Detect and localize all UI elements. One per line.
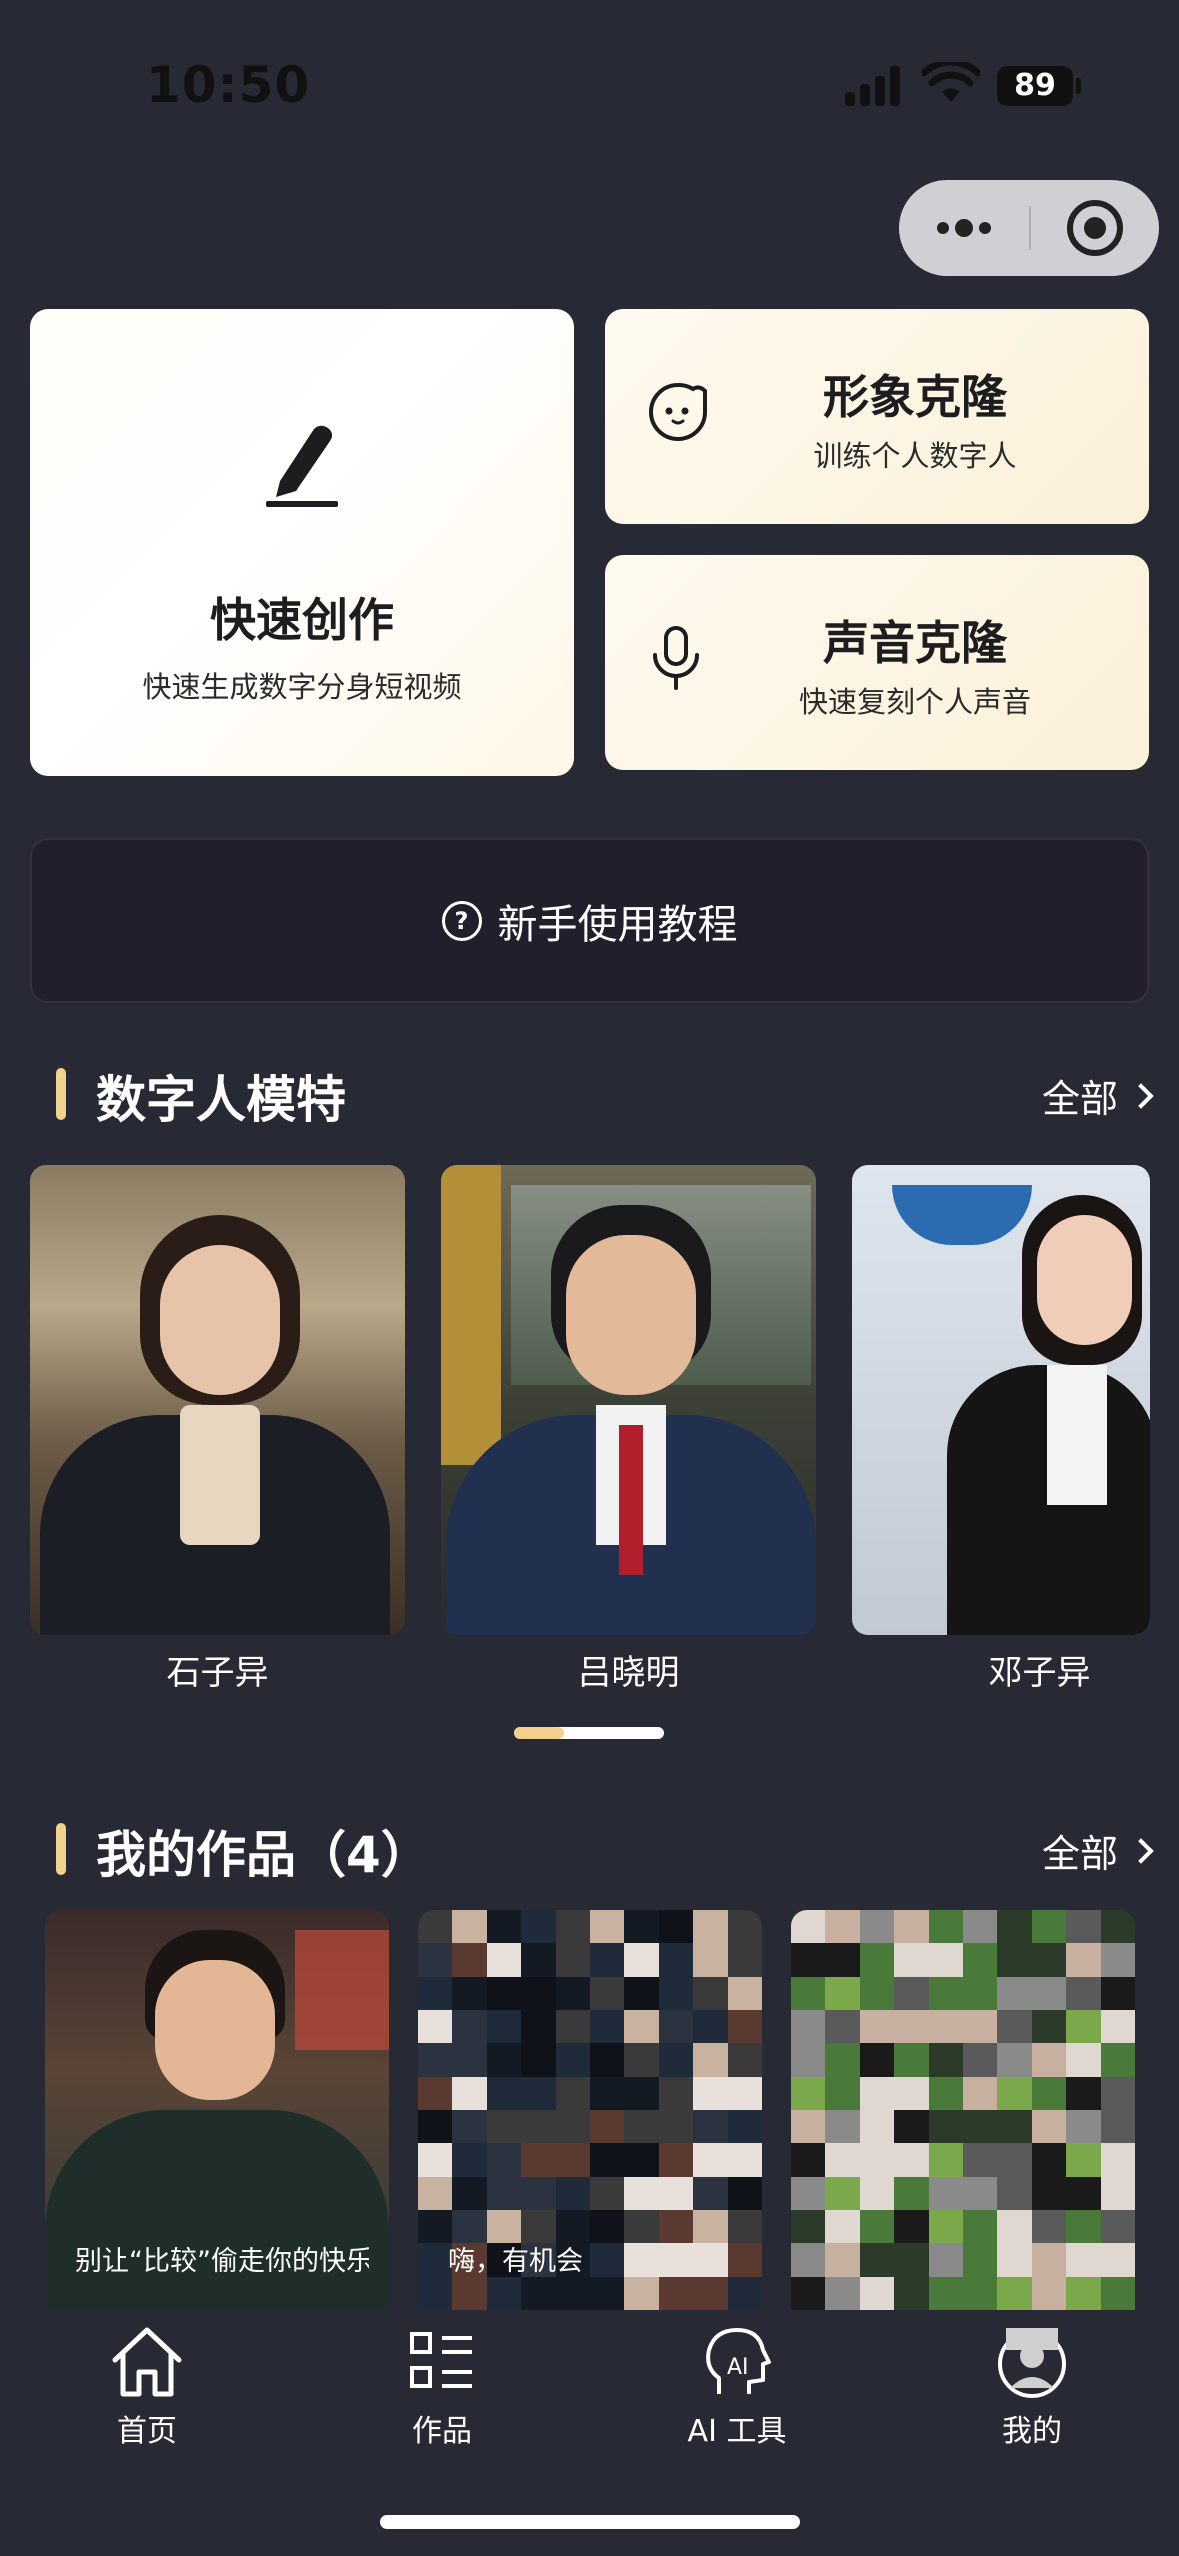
- wifi-icon: [922, 62, 980, 102]
- quick-create-title: 快速创作: [210, 593, 394, 647]
- pen-icon: [266, 425, 338, 507]
- image-clone-subtitle: 训练个人数字人: [813, 439, 1017, 473]
- work-card-2[interactable]: 嗨，有机会: [418, 1910, 762, 2310]
- svg-text:AI: AI: [727, 2355, 749, 2380]
- models-view-all-link[interactable]: 全部: [1041, 1068, 1154, 1123]
- works-view-all-link[interactable]: 全部: [1041, 1823, 1154, 1878]
- voice-clone-subtitle: 快速复刻个人声音: [798, 685, 1031, 719]
- model-name-1: 石子异: [166, 1653, 269, 1693]
- work-caption-1: 别让“比较”偷走你的快乐，每个人的节: [75, 2245, 369, 2277]
- section-accent-bar: [56, 1068, 66, 1120]
- status-bar: 10:50 89: [0, 0, 1179, 170]
- tab-label-home: 首页: [117, 2414, 177, 2449]
- miniprogram-capsule: [899, 180, 1159, 276]
- work-caption-2: 嗨，有机会: [448, 2245, 583, 2277]
- face-icon: [649, 383, 707, 441]
- models-section-title: 数字人模特: [96, 1071, 346, 1129]
- view-all-label: 全部: [1041, 1077, 1118, 1121]
- home-indicator: [380, 2515, 800, 2529]
- model-name-3: 邓子异: [988, 1653, 1091, 1693]
- question-icon: ?: [441, 900, 482, 941]
- section-accent-bar: [56, 1823, 66, 1875]
- work-card-1[interactable]: 别让“比较”偷走你的快乐，每个人的节: [45, 1910, 389, 2310]
- view-all-label: 全部: [1041, 1832, 1118, 1876]
- models-section-header: 数字人模特 全部: [56, 1060, 1154, 1129]
- tab-label-ai-tools: AI 工具: [687, 2414, 787, 2449]
- model-card-3[interactable]: [852, 1165, 1150, 1635]
- image-clone-title: 形象克隆: [823, 370, 1007, 424]
- works-section-title: 我的作品（4）: [96, 1826, 431, 1884]
- chevron-right-icon: [1128, 1837, 1154, 1864]
- home-icon: [112, 2327, 182, 2397]
- image-clone-card[interactable]: 形象克隆 训练个人数字人: [605, 309, 1149, 524]
- works-section-header: 我的作品（4） 全部: [56, 1815, 1154, 1884]
- voice-clone-card[interactable]: 声音克隆 快速复刻个人声音: [605, 555, 1149, 770]
- tab-home[interactable]: 首页: [57, 2324, 237, 2450]
- tab-profile[interactable]: 我的: [942, 2324, 1122, 2450]
- works-grid-icon: [410, 2332, 472, 2388]
- tutorial-button[interactable]: ? 新手使用教程: [30, 838, 1149, 1003]
- quick-create-card[interactable]: 快速创作 快速生成数字分身短视频: [30, 309, 574, 776]
- model-card-1[interactable]: [30, 1165, 405, 1635]
- model-card-2[interactable]: [441, 1165, 816, 1635]
- close-miniprogram-icon[interactable]: [1067, 200, 1123, 256]
- pixelated-thumbnail: [791, 1910, 1135, 2310]
- work-card-3[interactable]: [791, 1910, 1135, 2310]
- tutorial-label: 新手使用教程: [497, 901, 738, 948]
- model-name-2: 吕晓明: [577, 1653, 680, 1693]
- profile-icon: [998, 2328, 1066, 2398]
- tab-label-works: 作品: [412, 2414, 472, 2449]
- mic-icon: [653, 626, 699, 690]
- signal-icon: [845, 66, 905, 106]
- ai-head-icon: AI: [706, 2328, 771, 2394]
- battery-indicator: 89: [997, 66, 1081, 106]
- more-options-icon[interactable]: [899, 180, 1029, 276]
- tab-ai-tools[interactable]: AI AI 工具: [647, 2324, 827, 2450]
- tab-works[interactable]: 作品: [352, 2324, 532, 2450]
- voice-clone-title: 声音克隆: [823, 616, 1007, 670]
- chevron-right-icon: [1128, 1082, 1154, 1109]
- tab-label-profile: 我的: [1002, 2414, 1062, 2449]
- models-scroll-indicator: [514, 1727, 664, 1739]
- quick-create-subtitle: 快速生成数字分身短视频: [142, 670, 462, 704]
- status-time: 10:50: [146, 56, 311, 114]
